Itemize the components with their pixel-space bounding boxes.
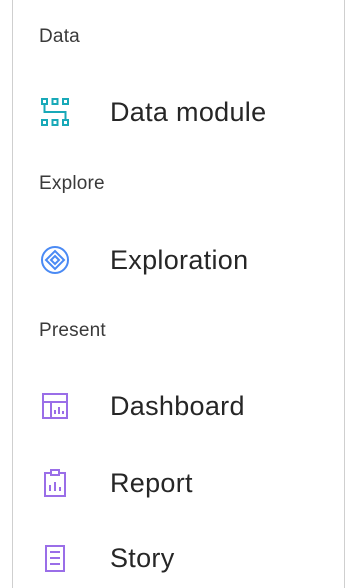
menu-item-label: Report [110, 467, 193, 498]
menu-item-report[interactable]: Report [13, 461, 344, 505]
dashboard-icon [39, 390, 71, 422]
menu-item-story[interactable]: Story [13, 536, 344, 580]
menu-item-dashboard[interactable]: Dashboard [13, 384, 344, 428]
create-menu-panel: Data Data module Explore Exploration Pre… [12, 0, 345, 588]
report-icon [39, 467, 71, 499]
menu-item-label: Data module [110, 96, 267, 127]
menu-item-label: Exploration [110, 244, 249, 275]
section-label-present: Present [39, 320, 106, 341]
data-module-icon [39, 96, 71, 128]
section-label-data: Data [39, 26, 80, 47]
exploration-icon [39, 244, 71, 276]
section-label-explore: Explore [39, 173, 105, 194]
menu-item-data-module[interactable]: Data module [13, 90, 344, 134]
menu-item-exploration[interactable]: Exploration [13, 238, 344, 282]
menu-item-label: Story [110, 542, 175, 573]
menu-item-label: Dashboard [110, 390, 245, 421]
story-icon [39, 542, 71, 574]
